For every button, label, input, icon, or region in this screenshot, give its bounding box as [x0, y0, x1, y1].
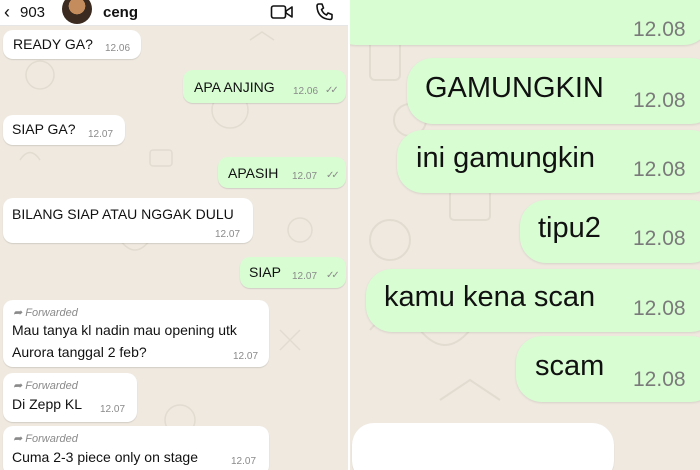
message-outgoing-zoomed[interactable]: tipu2 12.08 [520, 200, 700, 263]
message-text: READY GA? [13, 36, 93, 52]
message-time: 12.06 [293, 86, 319, 97]
message-incoming-partial[interactable] [352, 423, 614, 470]
message-time: 12.07 [100, 404, 126, 415]
message-outgoing[interactable]: SIAP 12.07 ✓✓ [240, 257, 346, 288]
chat-panel-left: ‹ 903 ceng READY GA? 12.06 APA ANJING 12… [0, 0, 348, 470]
message-text: tipu2 [538, 212, 601, 244]
message-text: Di Zepp KL [12, 396, 83, 412]
message-text: GAMUNGKIN [425, 72, 604, 104]
message-time: 12.08 [633, 227, 686, 250]
message-outgoing[interactable]: APASIH 12.07 ✓✓ [218, 157, 346, 188]
message-outgoing-zoomed[interactable]: GAMUNGKIN 12.08 [407, 58, 700, 124]
voice-call-icon[interactable] [314, 2, 336, 22]
message-time: 12.08 [633, 89, 686, 112]
chat-panel-zoomed: 12.08 GAMUNGKIN 12.08 ini gamungkin 12.0… [350, 0, 700, 470]
unread-count[interactable]: 903 [20, 4, 45, 21]
forward-arrow-icon: ➦ [13, 433, 26, 445]
message-outgoing-zoomed[interactable]: ini gamungkin 12.08 [397, 130, 700, 193]
message-time: 12.07 [233, 351, 259, 362]
message-time: 12.08 [633, 368, 686, 391]
message-incoming[interactable]: BILANG SIAP ATAU NGGAK DULU 12.07 [3, 198, 253, 243]
forward-arrow-icon: ➦ [13, 380, 26, 392]
message-text: ini gamungkin [416, 142, 595, 174]
message-outgoing-zoomed[interactable]: kamu kena scan 12.08 [366, 269, 700, 332]
message-text: SIAP GA? [12, 121, 76, 137]
message-incoming[interactable]: ➦ Forwarded Cuma 2-3 piece only on stage… [3, 426, 269, 470]
message-outgoing[interactable]: APA ANJING 12.06 ✓✓ [183, 70, 346, 103]
double-check-icon: ✓✓ [326, 170, 340, 181]
message-incoming[interactable]: READY GA? 12.06 [3, 30, 141, 59]
message-incoming[interactable]: SIAP GA? 12.07 [3, 115, 125, 145]
message-time: 12.07 [215, 229, 241, 240]
message-text: APASIH [228, 165, 279, 181]
forward-arrow-icon: ➦ [13, 307, 26, 319]
double-check-icon: ✓✓ [325, 85, 339, 96]
message-time: 12.07 [231, 456, 257, 467]
message-text: BILANG SIAP ATAU NGGAK DULU [12, 206, 234, 222]
back-chevron-icon[interactable]: ‹ [4, 3, 10, 21]
message-incoming[interactable]: ➦ Forwarded Mau tanya kl nadin mau openi… [3, 300, 269, 367]
message-outgoing-zoomed[interactable]: scam 12.08 [516, 336, 700, 402]
message-text: scam [535, 350, 605, 382]
message-text: SIAP [249, 264, 281, 280]
message-text: kamu kena scan [384, 281, 596, 313]
video-call-icon[interactable] [270, 2, 294, 22]
message-text: Cuma 2-3 piece only on stage [12, 449, 198, 465]
message-time: 12.08 [633, 297, 686, 320]
contact-name[interactable]: ceng [103, 4, 138, 21]
message-time: 12.07 [292, 171, 318, 182]
message-time: 12.08 [633, 18, 686, 41]
message-outgoing-zoomed[interactable]: 12.08 [350, 0, 700, 45]
message-time: 12.06 [105, 43, 131, 54]
chat-header: ‹ 903 ceng [0, 0, 348, 26]
forwarded-label: ➦ Forwarded [13, 307, 78, 319]
double-check-icon: ✓✓ [326, 270, 340, 281]
message-incoming[interactable]: ➦ Forwarded Di Zepp KL 12.07 [3, 373, 137, 422]
message-time: 12.07 [88, 129, 114, 140]
forwarded-label: ➦ Forwarded [13, 380, 78, 392]
forwarded-label: ➦ Forwarded [13, 433, 78, 445]
message-time: 12.07 [292, 271, 318, 282]
message-time: 12.08 [633, 158, 686, 181]
message-text: APA ANJING [194, 79, 275, 95]
message-text-line: Mau tanya kl nadin mau opening utk [12, 322, 237, 338]
avatar[interactable] [62, 0, 92, 24]
message-text-line: Aurora tanggal 2 feb? [12, 344, 147, 360]
